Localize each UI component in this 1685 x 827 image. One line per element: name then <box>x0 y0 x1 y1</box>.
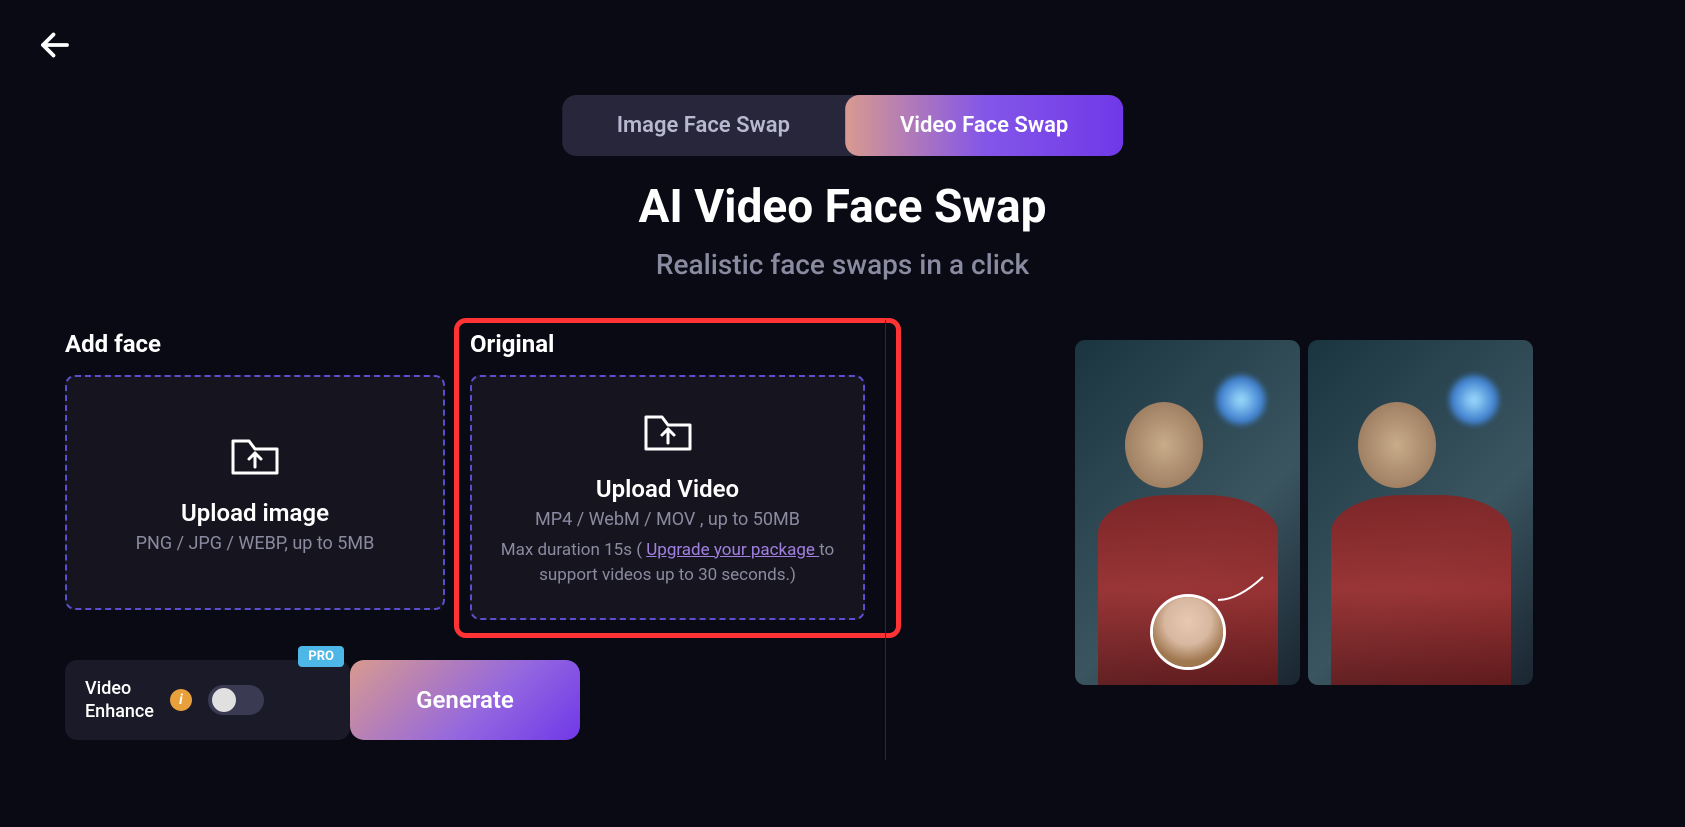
divider <box>885 320 886 760</box>
upload-video-title: Upload Video <box>596 475 739 503</box>
arrow-left-icon <box>37 27 73 63</box>
detail-prefix: Max duration 15s ( <box>501 540 647 560</box>
upload-video-detail: Max duration 15s ( Upgrade your package … <box>492 538 843 589</box>
toggle-knob <box>212 688 236 712</box>
video-enhance-toggle[interactable] <box>208 685 264 715</box>
face-avatar <box>1150 594 1226 670</box>
tab-image-face-swap[interactable]: Image Face Swap <box>562 95 845 156</box>
upload-image-subtitle: PNG / JPG / WEBP, up to 5MB <box>136 533 375 554</box>
info-icon[interactable]: i <box>170 689 192 711</box>
tab-video-face-swap[interactable]: Video Face Swap <box>845 95 1123 156</box>
upgrade-package-link[interactable]: Upgrade your package <box>646 540 819 560</box>
add-face-label: Add face <box>65 330 161 358</box>
upload-image-box[interactable]: Upload image PNG / JPG / WEBP, up to 5MB <box>65 375 445 610</box>
page-title: AI Video Face Swap <box>0 180 1685 234</box>
video-enhance-panel: PRO Video Enhance i <box>65 660 350 740</box>
pro-badge: PRO <box>298 646 344 667</box>
upload-image-title: Upload image <box>181 499 329 527</box>
example-original-image <box>1075 340 1300 685</box>
video-enhance-label: Video Enhance <box>85 677 154 724</box>
upload-folder-icon <box>227 431 283 485</box>
generate-button[interactable]: Generate <box>350 660 580 740</box>
upload-folder-icon <box>640 407 696 461</box>
upload-video-box[interactable]: Upload Video MP4 / WebM / MOV , up to 50… <box>470 375 865 620</box>
page-subtitle: Realistic face swaps in a click <box>0 248 1685 281</box>
original-label: Original <box>470 330 554 358</box>
tabs-container: Image Face Swap Video Face Swap <box>562 95 1124 156</box>
example-swapped-image <box>1308 340 1533 685</box>
back-button[interactable] <box>35 25 75 65</box>
upload-video-subtitle: MP4 / WebM / MOV , up to 50MB <box>535 509 800 530</box>
example-images <box>1075 340 1533 685</box>
connector-line-icon <box>1218 575 1268 605</box>
